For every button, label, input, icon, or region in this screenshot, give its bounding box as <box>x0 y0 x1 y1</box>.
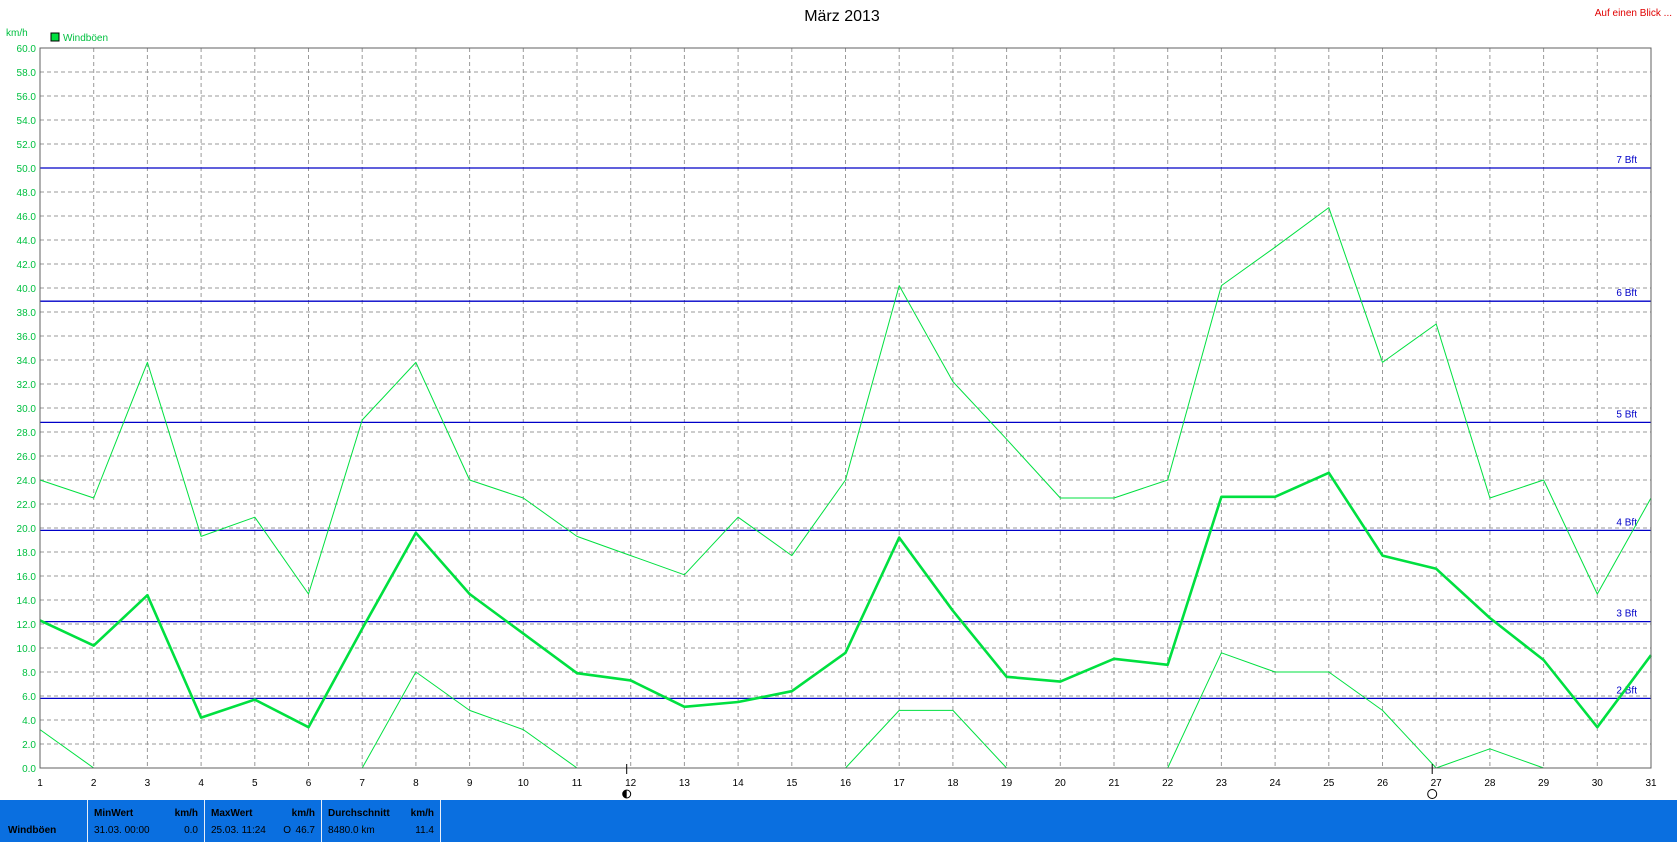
stats-footer: Windböen MinWert km/h 31.03. 00:00 0.0 M… <box>0 800 1677 842</box>
series-line-min <box>845 709 1007 769</box>
footer-series-label: Windböen <box>8 825 57 836</box>
wind-chart: 2 Bft3 Bft4 Bft5 Bft6 Bft7 Bft 0.02.04.0… <box>6 8 1672 799</box>
y-tick-label: 36.0 <box>17 332 37 343</box>
y-tick-label: 44.0 <box>17 236 37 247</box>
x-tick-label: 13 <box>679 778 691 789</box>
footer-max-cell: MaxWert km/h 25.03. 11:24 O 46.7 <box>205 800 322 842</box>
y-tick-label: 14.0 <box>17 596 37 607</box>
y-tick-label: 16.0 <box>17 572 37 583</box>
x-tick-label: 6 <box>306 778 312 789</box>
y-tick-label: 4.0 <box>22 716 36 727</box>
legend-swatch <box>50 32 60 42</box>
y-tick-label: 56.0 <box>17 92 37 103</box>
x-tick-label: 9 <box>467 778 473 789</box>
y-tick-label: 58.0 <box>17 68 37 79</box>
x-tick-label: 16 <box>840 778 852 789</box>
y-axis-unit: km/h <box>6 28 28 39</box>
legend-label: Windböen <box>63 33 108 44</box>
y-tick-label: 46.0 <box>17 212 37 223</box>
bft-label: 3 Bft <box>1616 609 1637 620</box>
y-tick-label: 2.0 <box>22 740 36 751</box>
y-tick-label: 30.0 <box>17 404 37 415</box>
chart-axes: 0.0 2.0 4.0 6.0 8.0 10.0 12.0 14.0 16.0 18.0 20.0 2… <box>17 44 1657 799</box>
min-title: MinWert <box>94 808 134 819</box>
series-line-min <box>39 729 94 769</box>
max-value: 46.7 <box>295 825 315 836</box>
x-tick-label: 15 <box>786 778 798 789</box>
avg-distance: 8480.0 km <box>328 825 375 836</box>
bft-label: 4 Bft <box>1616 517 1637 528</box>
x-tick-label: 7 <box>359 778 365 789</box>
y-tick-label: 42.0 <box>17 260 37 271</box>
y-tick-label: 60.0 <box>17 44 37 55</box>
x-tick-label: 11 <box>572 778 583 789</box>
min-time: 31.03. 00:00 <box>94 825 150 836</box>
y-tick-label: 34.0 <box>17 356 37 367</box>
x-tick-label: 5 <box>252 778 258 789</box>
avg-unit: km/h <box>410 808 434 819</box>
bft-label: 6 Bft <box>1616 288 1637 299</box>
y-tick-label: 8.0 <box>22 668 36 679</box>
series-line-min <box>1167 652 1544 769</box>
max-direction: O <box>283 825 291 836</box>
x-tick-label: 21 <box>1108 778 1120 789</box>
y-tick-label: 52.0 <box>17 140 37 151</box>
x-tick-label: 10 <box>518 778 530 789</box>
x-tick-label: 22 <box>1162 778 1174 789</box>
max-time: 25.03. 11:24 <box>211 825 266 836</box>
x-tick-label: 1 <box>37 778 43 789</box>
x-tick-label: 8 <box>413 778 419 789</box>
y-tick-label: 40.0 <box>17 284 37 295</box>
chart-title: März 2013 <box>804 8 880 25</box>
y-tick-label: 32.0 <box>17 380 37 391</box>
y-tick-label: 0.0 <box>22 764 36 775</box>
x-tick-label: 19 <box>1001 778 1013 789</box>
min-value: 0.0 <box>184 825 198 836</box>
x-tick-label: 31 <box>1645 778 1657 789</box>
y-tick-label: 10.0 <box>17 644 37 655</box>
y-tick-label: 22.0 <box>17 500 37 511</box>
x-tick-label: 20 <box>1055 778 1067 789</box>
x-tick-label: 3 <box>145 778 151 789</box>
bft-label: 5 Bft <box>1616 409 1637 420</box>
chart-series <box>39 207 1653 769</box>
avg-value: 11.4 <box>415 825 434 836</box>
x-tick-label: 26 <box>1377 778 1389 789</box>
y-tick-label: 20.0 <box>17 524 37 535</box>
x-tick-label: 29 <box>1538 778 1550 789</box>
y-tick-label: 24.0 <box>17 476 37 487</box>
y-tick-label: 38.0 <box>17 308 37 319</box>
y-tick-label: 54.0 <box>17 116 37 127</box>
max-unit: km/h <box>291 808 315 819</box>
overview-link[interactable]: Auf einen Blick ... <box>1595 8 1672 19</box>
x-tick-label: 4 <box>198 778 204 789</box>
max-title: MaxWert <box>211 808 253 819</box>
y-tick-label: 18.0 <box>17 548 37 559</box>
x-tick-label: 28 <box>1484 778 1496 789</box>
footer-avg-cell: Durchschnitt km/h 8480.0 km 11.4 <box>322 800 441 842</box>
x-tick-label: 23 <box>1216 778 1228 789</box>
x-tick-label: 24 <box>1270 778 1282 789</box>
y-tick-label: 48.0 <box>17 188 37 199</box>
x-tick-label: 12 <box>625 778 637 789</box>
min-unit: km/h <box>174 808 198 819</box>
x-tick-label: 2 <box>91 778 97 789</box>
y-tick-label: 26.0 <box>17 452 37 463</box>
x-tick-label: 25 <box>1323 778 1335 789</box>
x-tick-label: 30 <box>1592 778 1604 789</box>
chart-grid <box>40 48 1651 768</box>
x-tick-label: 18 <box>947 778 959 789</box>
footer-min-cell: MinWert km/h 31.03. 00:00 0.0 <box>88 800 205 842</box>
bft-label: 7 Bft <box>1616 155 1637 166</box>
x-tick-label: 17 <box>894 778 906 789</box>
y-tick-label: 50.0 <box>17 164 37 175</box>
x-tick-label: 14 <box>733 778 745 789</box>
y-tick-label: 28.0 <box>17 428 37 439</box>
footer-series-cell: Windböen <box>0 800 88 842</box>
x-tick-label: 27 <box>1431 778 1443 789</box>
full-moon-icon <box>1427 789 1438 799</box>
y-tick-label: 6.0 <box>22 692 36 703</box>
avg-title: Durchschnitt <box>328 808 390 819</box>
y-tick-label: 12.0 <box>17 620 37 631</box>
